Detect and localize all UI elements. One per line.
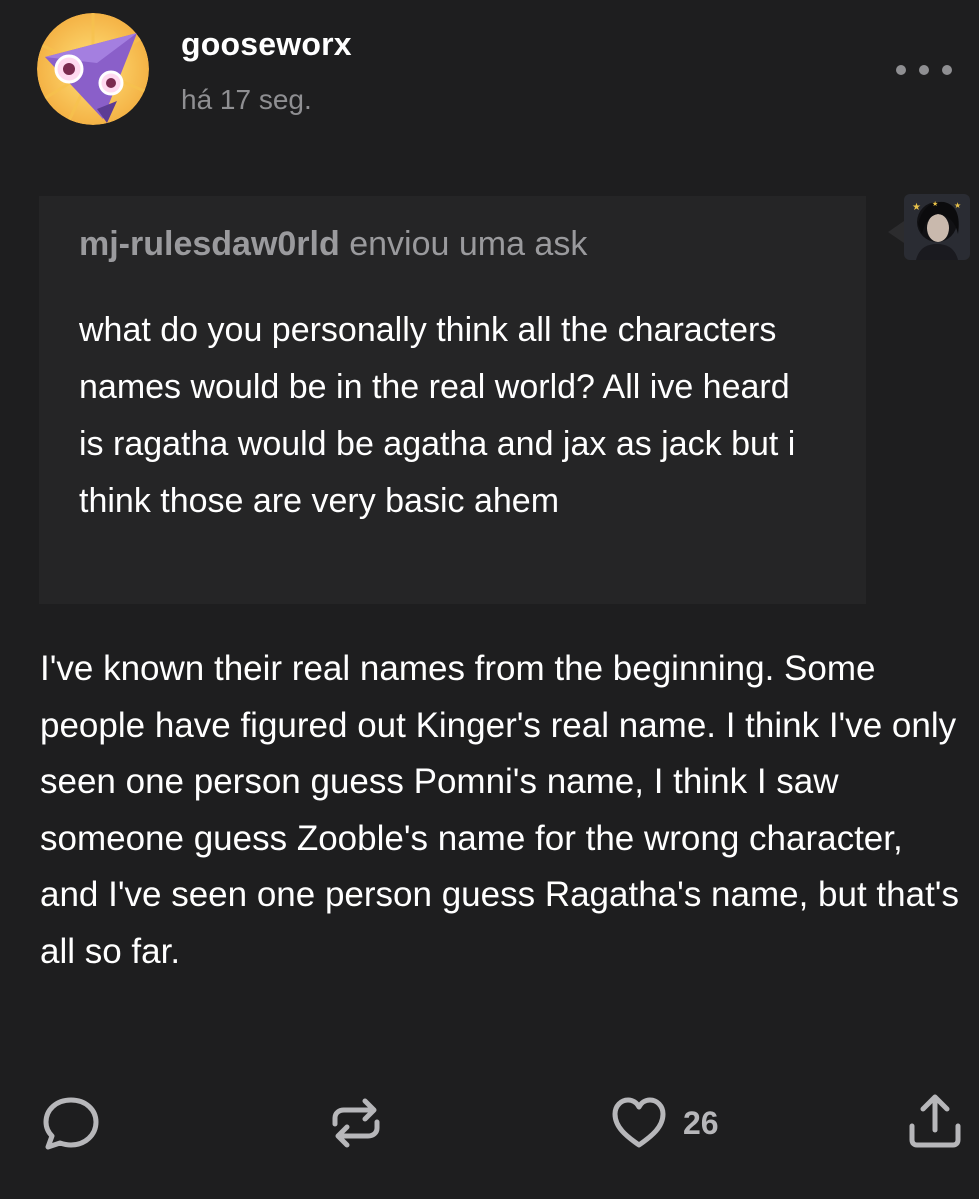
post-timestamp[interactable]: há 17 seg. (181, 84, 312, 116)
asker-action-text: enviou uma ask (339, 225, 588, 263)
gooseworx-avatar-icon (37, 13, 149, 125)
share-button[interactable] (904, 1090, 966, 1152)
svg-text:★: ★ (912, 202, 921, 213)
author-avatar[interactable] (37, 13, 149, 125)
more-options-button[interactable] (896, 56, 952, 84)
ask-container: mj-rulesdaw0rld enviou uma ask what do y… (39, 196, 866, 604)
asker-username[interactable]: mj-rulesdaw0rld (79, 225, 340, 263)
reblog-button[interactable] (325, 1092, 387, 1154)
more-horizontal-icon (896, 65, 906, 75)
author-username[interactable]: gooseworx (181, 26, 352, 63)
reblog-icon (332, 1098, 380, 1148)
svg-text:★: ★ (954, 201, 961, 210)
svg-text:★: ★ (932, 200, 938, 208)
asker-avatar[interactable]: ★ ★ ★ (904, 194, 970, 260)
heart-icon (612, 1097, 666, 1148)
asker-line: mj-rulesdaw0rld enviou uma ask (79, 225, 587, 264)
asker-avatar-pointer (888, 221, 904, 243)
reply-button[interactable] (40, 1092, 102, 1154)
like-count: 26 (683, 1104, 719, 1141)
like-button[interactable]: 26 (610, 1094, 740, 1152)
asker-avatar-icon: ★ ★ ★ (904, 194, 970, 260)
share-icon (909, 1094, 961, 1148)
reply-bubble-icon (43, 1097, 99, 1150)
ask-question: what do you personally think all the cha… (79, 311, 796, 520)
answer-text: I've known their real names from the beg… (40, 649, 959, 971)
